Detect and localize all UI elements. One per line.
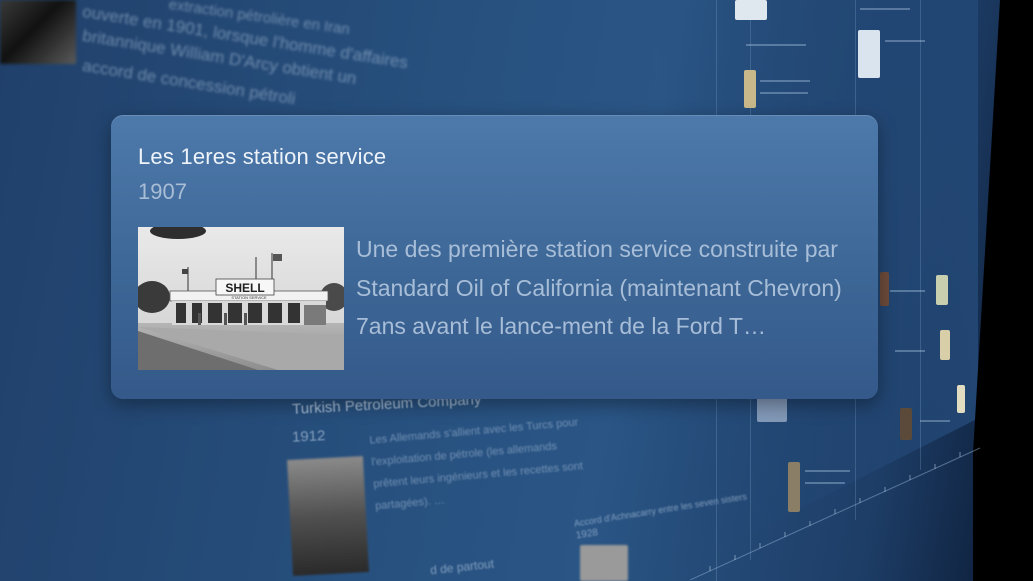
distant-card-text	[895, 350, 925, 352]
distant-card-thumbnail[interactable]	[880, 272, 889, 306]
background-card-lower-body: Les Allemands s'allient avec les Turcs p…	[369, 416, 584, 513]
timeline-divider	[920, 0, 921, 470]
shell-sign-text: SHELL	[225, 281, 264, 295]
background-thumbnail-top[interactable]	[0, 0, 76, 64]
distant-card-thumbnail[interactable]	[957, 385, 965, 413]
timeline-stage: extraction pétrolière en Iran ouverte en…	[0, 0, 1033, 581]
distant-card-thumbnail[interactable]	[900, 408, 912, 440]
distant-card-text	[885, 40, 925, 42]
distant-card-thumbnail[interactable]	[936, 275, 948, 305]
event-photo[interactable]: SHELL STATION SERVICE	[138, 227, 344, 370]
distant-card-text	[920, 420, 950, 422]
distant-card-text	[860, 8, 910, 10]
distant-card-thumbnail[interactable]	[744, 70, 756, 108]
background-card-lower-year: 1912	[291, 427, 326, 446]
background-card-partout-text: d de partout	[429, 556, 495, 578]
background-card-accord-photo[interactable]	[580, 545, 628, 581]
distant-card-text	[805, 470, 850, 472]
dark-edge	[973, 0, 1033, 581]
distant-card-thumbnail[interactable]	[858, 30, 880, 78]
event-year: 1907	[138, 179, 187, 204]
distant-card-text	[890, 290, 925, 292]
distant-card-text	[760, 92, 808, 94]
distant-card-text	[746, 44, 806, 46]
shell-station-photo: SHELL STATION SERVICE	[138, 227, 344, 370]
background-card-lower-photo[interactable]	[287, 456, 369, 576]
distant-card-text	[805, 482, 845, 484]
distant-card-thumbnail[interactable]	[735, 0, 767, 20]
distant-card-text	[760, 80, 810, 82]
distant-card-thumbnail[interactable]	[940, 330, 950, 360]
station-banner-text: STATION SERVICE	[231, 295, 267, 300]
event-detail-popup[interactable]: Les 1eres station service 1907 SHELL STA…	[111, 115, 878, 399]
event-title: Les 1eres station service	[138, 144, 387, 169]
event-description: Une des première station service constru…	[356, 236, 842, 339]
distant-card-thumbnail[interactable]	[788, 462, 800, 512]
